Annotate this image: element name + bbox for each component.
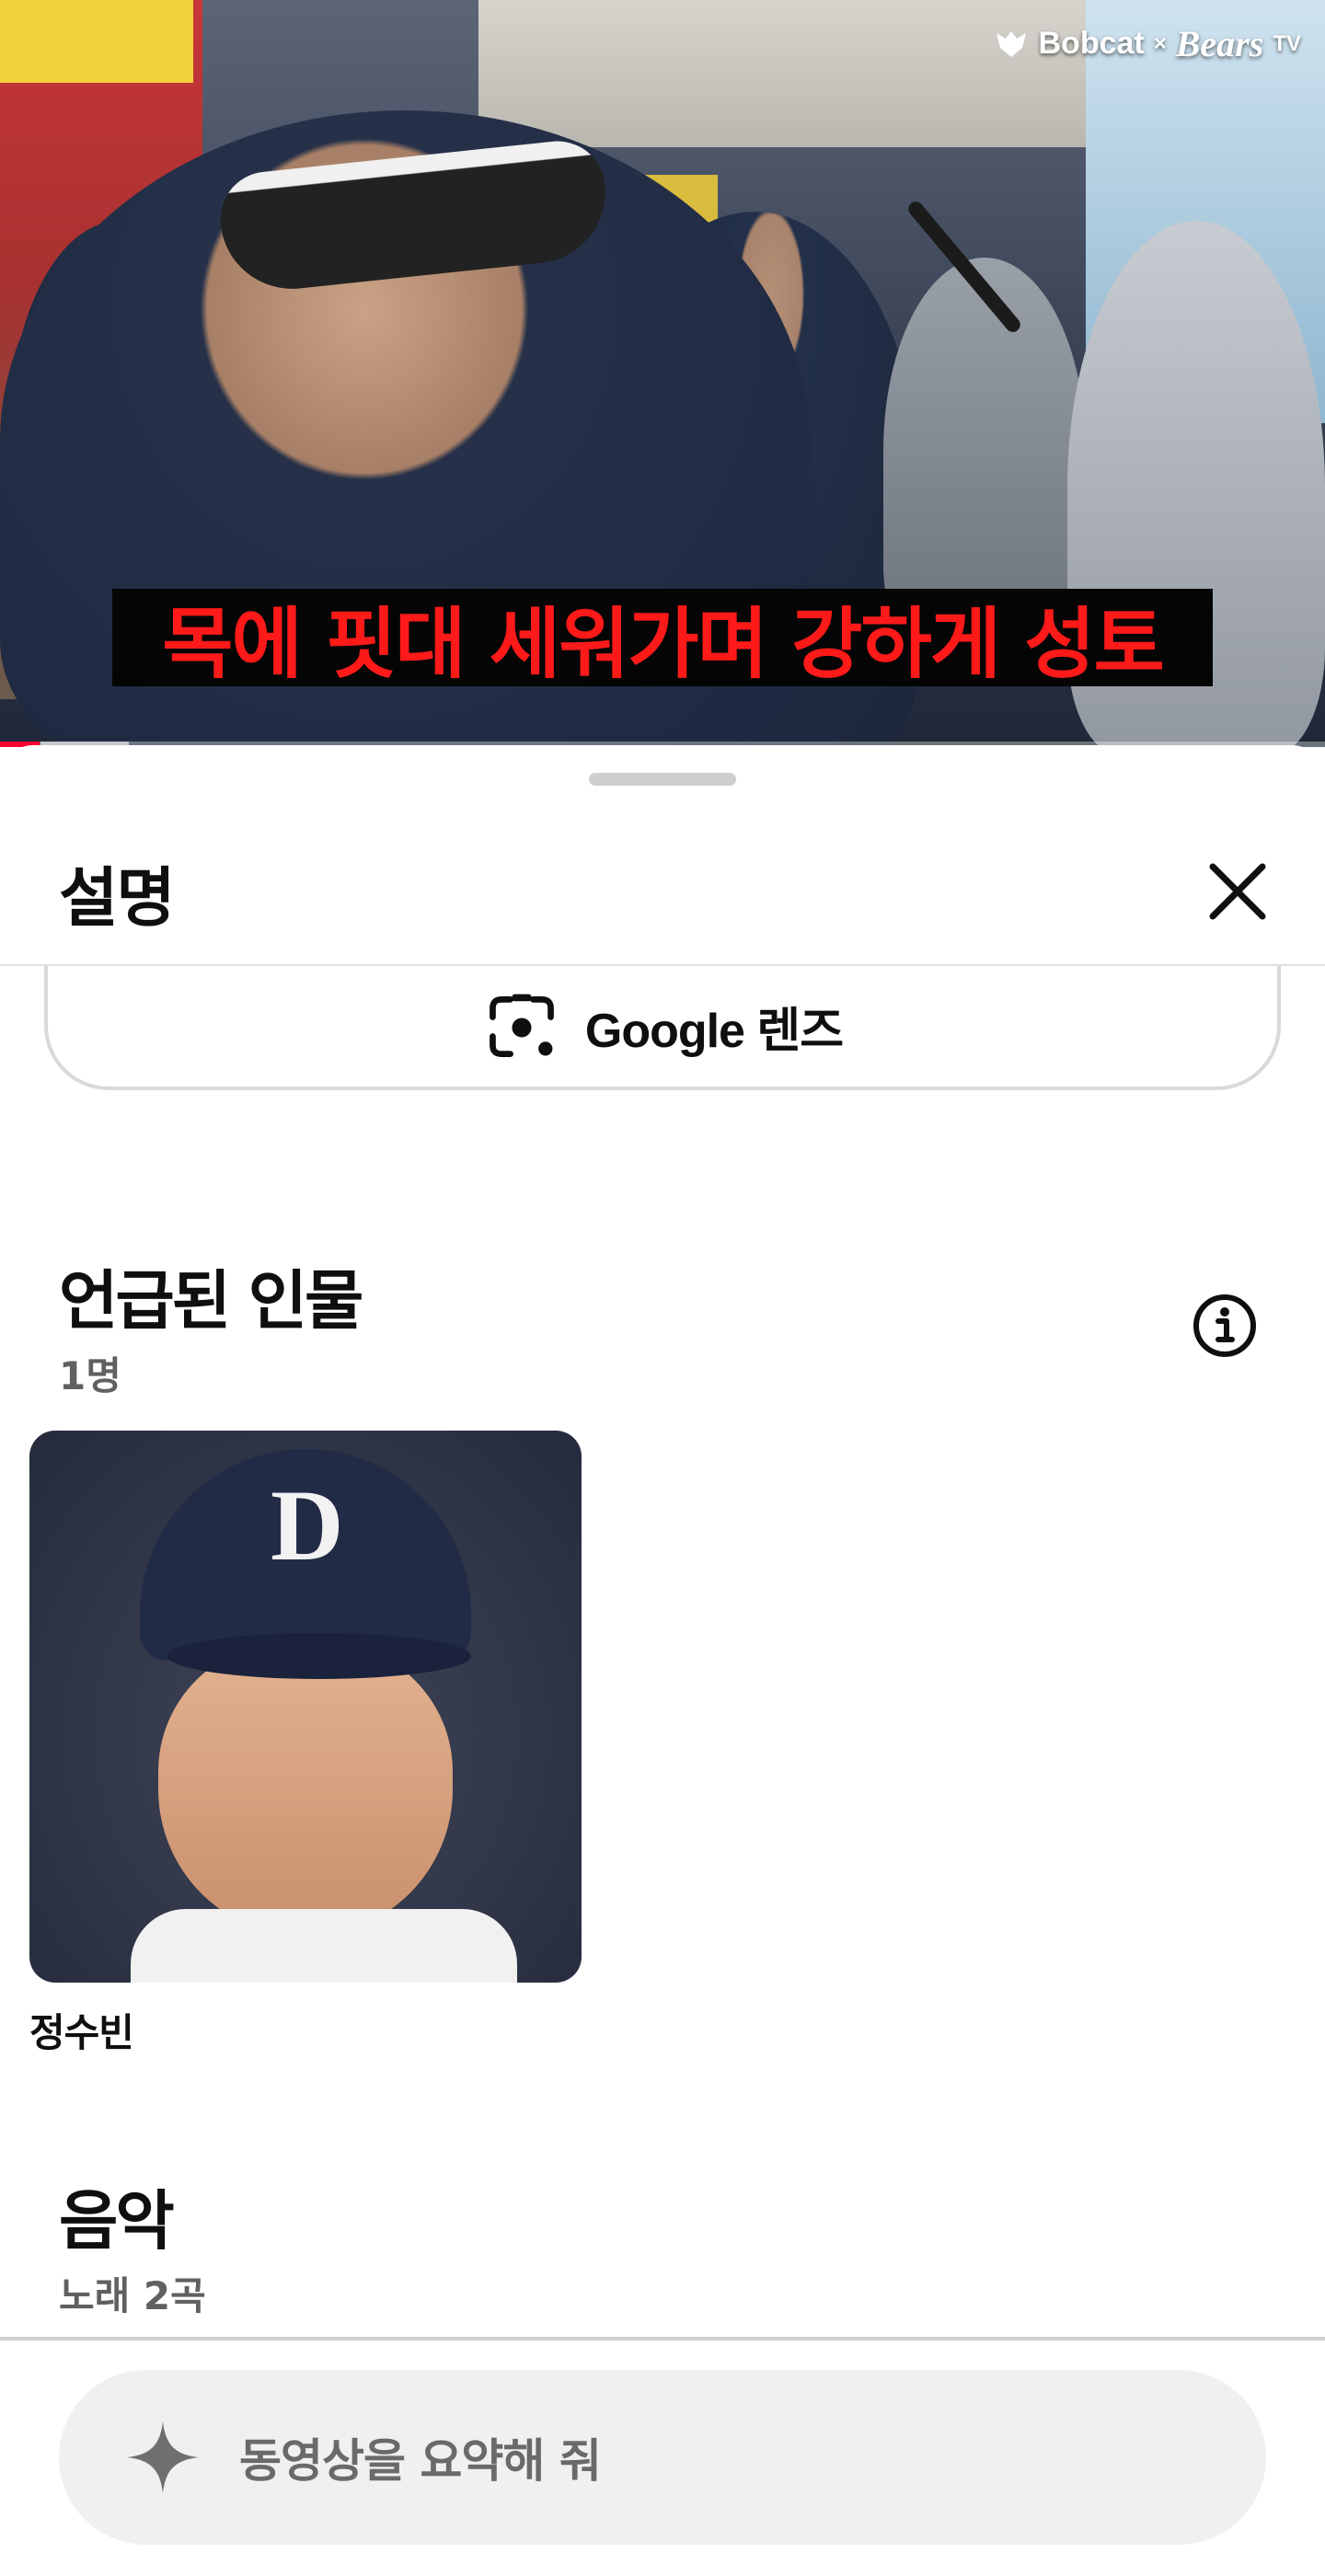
close-icon <box>1209 863 1266 920</box>
brand-bears: Bears <box>1175 23 1264 64</box>
sparkle-icon <box>126 2421 200 2494</box>
bobcat-logo-icon <box>996 30 1026 57</box>
video-caption: 목에 핏대 세워가며 강하게 성토 <box>112 589 1213 689</box>
google-lens-icon <box>489 994 554 1057</box>
music-title: 음악 <box>59 2183 175 2259</box>
sheet-header: 설명 <box>0 810 1325 966</box>
person-jersey <box>131 1909 517 1983</box>
person-card-photo[interactable]: D <box>29 1431 582 1983</box>
ask-placeholder: 동영상을 요약해 줘 <box>239 2434 602 2488</box>
person-cap-bill <box>167 1633 471 1679</box>
info-button[interactable] <box>1191 1292 1259 1360</box>
google-lens-label: Google 렌즈 <box>584 1005 844 1058</box>
music-count: 노래 2곡 <box>59 2273 206 2318</box>
sponsor-sign <box>0 0 193 83</box>
caption-text: 목에 핏대 세워가며 강하게 성토 <box>162 598 1165 689</box>
person-face <box>158 1642 453 1937</box>
brand-tv: TV <box>1273 30 1301 56</box>
brand-separator: × <box>1153 30 1167 56</box>
person-name[interactable]: 정수빈 <box>29 2002 134 2058</box>
drag-handle[interactable] <box>589 773 736 786</box>
sheet-title: 설명 <box>59 860 176 936</box>
close-button[interactable] <box>1196 850 1279 933</box>
google-lens-button[interactable]: Google 렌즈 <box>44 966 1281 1090</box>
channel-watermark: Bobcat × Bears TV <box>993 22 1301 65</box>
mentioned-people-title: 언급된 인물 <box>59 1263 363 1339</box>
brand-bobcat: Bobcat <box>1038 26 1145 61</box>
info-icon <box>1193 1294 1256 1357</box>
mentioned-people-count: 1명 <box>59 1353 121 1398</box>
divider <box>0 2337 1325 2340</box>
cap-logo: D <box>271 1469 344 1581</box>
ask-input[interactable]: 동영상을 요약해 줘 <box>59 2370 1266 2545</box>
video-player[interactable]: Bobcat × Bears TV 목에 핏대 세워가며 강하게 성토 <box>0 0 1325 747</box>
description-sheet: 설명 Google 렌즈 언급된 인물 1명 D 정수빈 음악 노래 2곡 동영… <box>0 745 1325 2576</box>
